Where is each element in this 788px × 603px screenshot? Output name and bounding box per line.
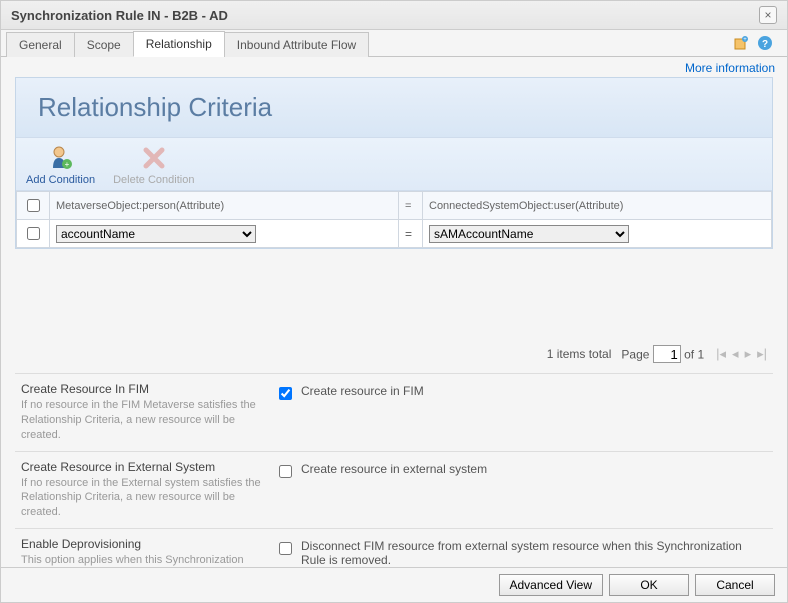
add-condition-label: Add Condition bbox=[26, 174, 95, 186]
more-info-row: More information bbox=[1, 57, 787, 77]
create-ext-checkbox-label: Create resource in external system bbox=[301, 462, 487, 476]
tab-bar: General Scope Relationship Inbound Attri… bbox=[1, 30, 787, 57]
select-all-checkbox[interactable] bbox=[27, 199, 40, 212]
close-button[interactable]: × bbox=[759, 6, 777, 24]
metaverse-attribute-select[interactable]: accountName bbox=[56, 225, 256, 243]
delete-condition-icon bbox=[140, 144, 168, 172]
pager-prev-icon[interactable]: ◂ bbox=[730, 346, 741, 362]
criteria-row: accountName = sAMAccountName bbox=[17, 220, 772, 248]
svg-text:+: + bbox=[64, 160, 69, 169]
section-title: Relationship Criteria bbox=[16, 78, 772, 137]
add-condition-icon: + bbox=[47, 144, 75, 172]
create-fim-title: Create Resource In FIM bbox=[21, 382, 261, 396]
cancel-button[interactable]: Cancel bbox=[695, 574, 775, 596]
deprov-checkbox[interactable] bbox=[279, 542, 292, 555]
criteria-header-left: MetaverseObject:person(Attribute) bbox=[50, 192, 399, 220]
ok-button[interactable]: OK bbox=[609, 574, 689, 596]
create-fim-checkbox[interactable] bbox=[279, 387, 292, 400]
criteria-header-op: = bbox=[399, 192, 423, 220]
window-title: Synchronization Rule IN - B2B - AD bbox=[11, 8, 228, 23]
row-checkbox[interactable] bbox=[27, 227, 40, 240]
option-create-external: Create Resource in External System If no… bbox=[15, 452, 773, 530]
create-ext-checkbox[interactable] bbox=[279, 465, 292, 478]
criteria-header-right: ConnectedSystemObject:user(Attribute) bbox=[423, 192, 772, 220]
relationship-panel: Relationship Criteria + Add Condition De… bbox=[15, 77, 773, 249]
svg-text:?: ? bbox=[762, 39, 768, 50]
tab-general[interactable]: General bbox=[6, 32, 75, 57]
criteria-toolbar: + Add Condition Delete Condition bbox=[16, 137, 772, 191]
pager-next-icon[interactable]: ▸ bbox=[743, 346, 754, 362]
deprov-checkbox-label: Disconnect FIM resource from external sy… bbox=[301, 539, 767, 567]
dialog-footer: Advanced View OK Cancel bbox=[1, 567, 787, 602]
tab-inbound-attribute-flow[interactable]: Inbound Attribute Flow bbox=[224, 32, 369, 57]
tab-relationship[interactable]: Relationship bbox=[133, 31, 225, 57]
more-information-link[interactable]: More information bbox=[685, 61, 775, 75]
option-create-fim: Create Resource In FIM If no resource in… bbox=[15, 374, 773, 452]
add-condition-button[interactable]: + Add Condition bbox=[26, 144, 95, 186]
pager-first-icon[interactable]: |◂ bbox=[714, 346, 728, 362]
page-input[interactable] bbox=[653, 345, 681, 363]
delete-condition-label: Delete Condition bbox=[113, 174, 194, 186]
create-fim-desc: If no resource in the FIM Metaverse sati… bbox=[21, 398, 261, 443]
connected-attribute-select[interactable]: sAMAccountName bbox=[429, 225, 629, 243]
page-label: Page bbox=[621, 348, 649, 362]
page-of: of 1 bbox=[684, 348, 704, 362]
create-ext-desc: If no resource in the External system sa… bbox=[21, 476, 261, 521]
help-icon[interactable]: ? bbox=[756, 34, 774, 52]
advanced-view-button[interactable]: Advanced View bbox=[499, 574, 604, 596]
criteria-table: MetaverseObject:person(Attribute) = Conn… bbox=[16, 191, 772, 248]
criteria-row-op: = bbox=[399, 220, 423, 248]
svg-text:+: + bbox=[743, 37, 747, 43]
options-panel: Create Resource In FIM If no resource in… bbox=[15, 373, 773, 591]
deprov-title: Enable Deprovisioning bbox=[21, 537, 261, 551]
create-fim-checkbox-label: Create resource in FIM bbox=[301, 384, 424, 398]
new-item-icon[interactable]: + bbox=[732, 34, 750, 52]
pager-last-icon[interactable]: ▸| bbox=[755, 346, 769, 362]
delete-condition-button: Delete Condition bbox=[113, 144, 194, 186]
create-ext-title: Create Resource in External System bbox=[21, 460, 261, 474]
items-total: 1 items total bbox=[547, 347, 612, 361]
pager: 1 items total Page of 1 |◂ ◂ ▸ ▸| bbox=[15, 339, 773, 369]
titlebar: Synchronization Rule IN - B2B - AD × bbox=[1, 1, 787, 30]
tab-scope[interactable]: Scope bbox=[74, 32, 134, 57]
